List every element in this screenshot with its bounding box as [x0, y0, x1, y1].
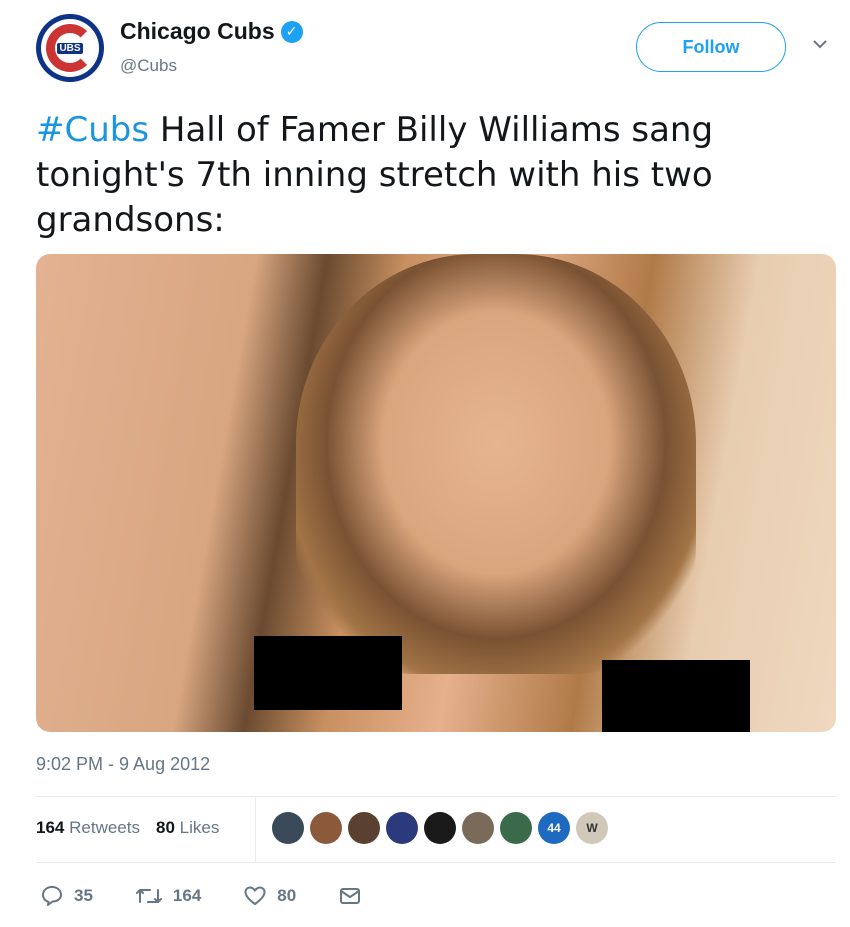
photo-subject	[296, 254, 696, 674]
name-row: Chicago Cubs ✓	[120, 18, 303, 45]
chevron-down-icon[interactable]	[812, 36, 828, 52]
liker-avatars: 44 W	[272, 812, 608, 844]
stats-divider	[255, 796, 256, 862]
liker-avatar[interactable]	[386, 812, 418, 844]
retweet-icon	[135, 889, 162, 903]
redaction-box	[254, 636, 402, 710]
heart-icon	[244, 886, 266, 905]
retweets-label: Retweets	[69, 818, 140, 837]
retweets-count: 164	[36, 818, 65, 837]
liker-avatar[interactable]	[462, 812, 494, 844]
redaction-box	[602, 660, 750, 732]
tweet-timestamp[interactable]: 9:02 PM - 9 Aug 2012	[36, 754, 210, 775]
tweet-text: #Cubs Hall of Famer Billy Williams sang …	[36, 108, 816, 243]
liker-avatar[interactable]: W	[576, 812, 608, 844]
display-name[interactable]: Chicago Cubs	[120, 18, 275, 45]
user-handle[interactable]: @Cubs	[120, 56, 177, 76]
likes-label: Likes	[179, 818, 220, 837]
likes-stat[interactable]: 80 Likes	[156, 818, 219, 838]
hashtag-link[interactable]: #Cubs	[36, 110, 149, 150]
liker-avatar-text: W	[586, 821, 598, 835]
divider	[36, 796, 836, 797]
tweet-actions: 35 164 80	[40, 884, 404, 908]
retweet-count: 164	[172, 886, 202, 905]
direct-message-action[interactable]	[338, 884, 362, 908]
reply-icon	[42, 886, 62, 906]
liker-avatar[interactable]	[272, 812, 304, 844]
reply-action[interactable]: 35	[40, 884, 93, 908]
retweets-stat[interactable]: 164 Retweets	[36, 818, 140, 838]
reply-count: 35	[74, 886, 93, 905]
like-count: 80	[277, 886, 297, 905]
like-action[interactable]: 80	[243, 884, 296, 908]
liker-avatar[interactable]	[500, 812, 532, 844]
follow-button[interactable]: Follow	[636, 22, 786, 72]
retweet-action[interactable]: 164	[135, 884, 201, 908]
tweet-media-image[interactable]	[36, 254, 836, 732]
cubs-logo-icon: UBS	[41, 19, 99, 77]
liker-avatar[interactable]	[348, 812, 380, 844]
liker-avatar[interactable]	[424, 812, 456, 844]
envelope-icon	[340, 888, 361, 904]
tweet-stats: 164 Retweets 80 Likes	[36, 818, 219, 838]
avatar[interactable]: UBS	[36, 14, 104, 82]
liker-avatar-text: 44	[547, 821, 561, 835]
avatar-logo-text: UBS	[57, 42, 83, 54]
liker-avatar[interactable]	[310, 812, 342, 844]
tweet-header: UBS Chicago Cubs ✓ @Cubs Follow	[36, 14, 827, 86]
verified-badge-icon: ✓	[280, 20, 303, 43]
likes-count: 80	[155, 818, 175, 837]
liker-avatar[interactable]: 44	[538, 812, 570, 844]
divider	[36, 862, 836, 863]
